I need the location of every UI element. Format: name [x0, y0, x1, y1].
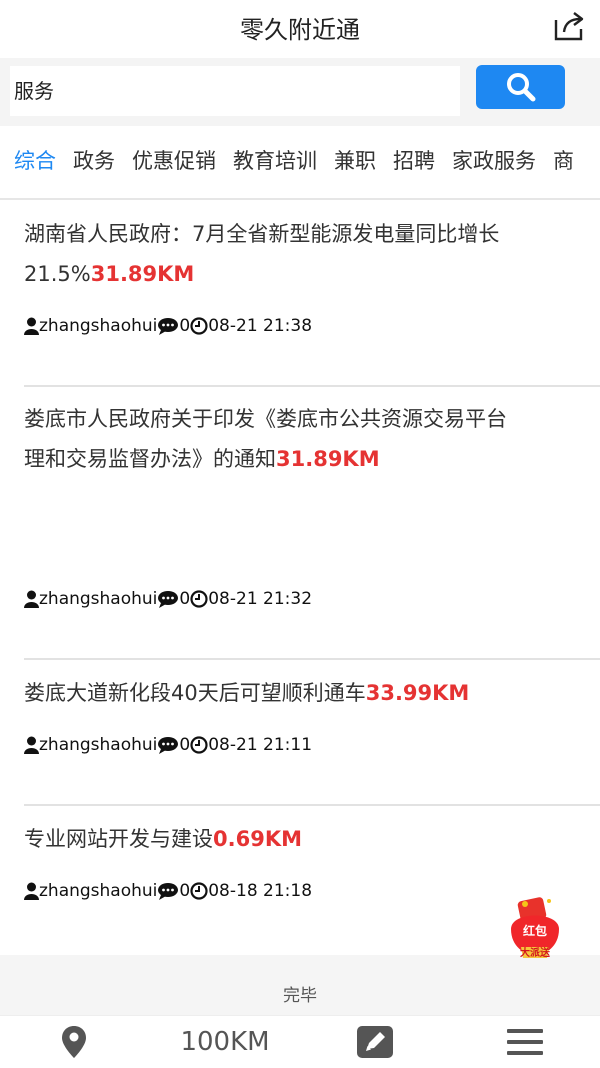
- user-icon: [24, 590, 39, 608]
- author: zhangshaohui: [39, 316, 158, 336]
- item-meta: zhangshaohui 0 08-21 21:32: [24, 589, 312, 609]
- comment-icon: [158, 591, 179, 608]
- author: zhangshaohui: [39, 881, 158, 901]
- comment-count: 0: [179, 735, 191, 755]
- item-meta: zhangshaohui 0 08-21 21:38: [24, 316, 312, 336]
- clock-icon: [190, 736, 208, 754]
- comment-count: 0: [179, 881, 191, 901]
- clock-icon: [190, 882, 208, 900]
- comment-count: 0: [179, 589, 191, 609]
- tab-part-time[interactable]: 兼职: [334, 140, 376, 182]
- distance-label: 31.89KM: [90, 262, 195, 286]
- distance-label: 0.69KM: [213, 827, 302, 851]
- clock-icon: [190, 590, 208, 608]
- item-title: 湖南省人民政府：7月全省新型能源发电量同比增长 21.5%31.89KM: [24, 222, 500, 286]
- load-complete-label: 完毕: [0, 955, 600, 1015]
- comment-count: 0: [179, 316, 191, 336]
- divider: [24, 658, 600, 660]
- distance-label: 33.99KM: [365, 681, 470, 705]
- search-bar: [0, 58, 600, 126]
- item-title: 娄底市人民政府关于印发《娄底市公共资源交易平台 理和交易监督办法》的通知31.8…: [24, 407, 507, 471]
- menu-icon: [507, 1029, 543, 1055]
- location-pin-icon: [62, 1026, 86, 1058]
- item-meta: zhangshaohui 0 08-21 21:11: [24, 735, 312, 755]
- tab-zonghe[interactable]: 综合: [14, 140, 56, 182]
- search-button[interactable]: [476, 65, 565, 109]
- red-packet-line1: 红包: [523, 923, 547, 938]
- tab-zhengwu[interactable]: 政务: [73, 140, 115, 182]
- divider: [24, 385, 600, 387]
- timestamp: 08-21 21:38: [208, 316, 313, 336]
- author: zhangshaohui: [39, 735, 158, 755]
- comment-icon: [158, 737, 179, 754]
- tab-housekeeping[interactable]: 家政服务: [452, 140, 536, 182]
- tab-business[interactable]: 商: [553, 140, 574, 182]
- post-button[interactable]: [352, 1016, 398, 1068]
- item-title: 娄底大道新化段40天后可望顺利通车33.99KM: [24, 681, 470, 705]
- location-button[interactable]: [50, 1016, 98, 1068]
- timestamp: 08-21 21:32: [208, 589, 313, 609]
- comment-icon: [158, 883, 179, 900]
- user-icon: [24, 736, 39, 754]
- tab-recruitment[interactable]: 招聘: [393, 140, 435, 182]
- edit-icon: [357, 1026, 393, 1058]
- timestamp: 08-18 21:18: [208, 881, 313, 901]
- menu-button[interactable]: [500, 1016, 550, 1068]
- user-icon: [24, 882, 39, 900]
- range-selector[interactable]: 100KM: [160, 1016, 290, 1068]
- author: zhangshaohui: [39, 589, 158, 609]
- search-icon: [506, 73, 535, 102]
- tab-promotions[interactable]: 优惠促销: [132, 140, 216, 182]
- divider: [0, 198, 600, 200]
- category-tabs: 综合 政务 优惠促销 教育培训 兼职 招聘 家政服务商: [0, 140, 600, 182]
- user-icon: [24, 317, 39, 335]
- comment-icon: [158, 318, 179, 335]
- clock-icon: [190, 317, 208, 335]
- item-meta: zhangshaohui 0 08-18 21:18: [24, 881, 312, 901]
- timestamp: 08-21 21:11: [208, 735, 313, 755]
- divider: [24, 804, 600, 806]
- red-packet-badge[interactable]: 红包 大派送: [503, 895, 567, 963]
- item-title: 专业网站开发与建设0.69KM: [24, 827, 302, 851]
- bottom-tab-bar: 100KM: [0, 1015, 600, 1067]
- share-icon[interactable]: [552, 10, 586, 42]
- tab-education[interactable]: 教育培训: [233, 140, 317, 182]
- search-input[interactable]: [10, 66, 460, 116]
- app-header: 零久附近通: [0, 0, 600, 52]
- red-packet-line2: 大派送: [520, 946, 551, 959]
- distance-label: 31.89KM: [276, 447, 380, 471]
- app-title: 零久附近通: [240, 16, 360, 44]
